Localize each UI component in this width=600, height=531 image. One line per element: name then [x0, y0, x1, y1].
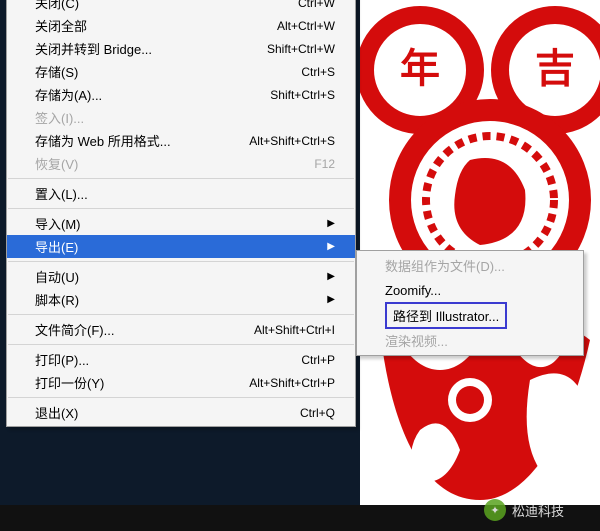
menu-item-shortcut: Ctrl+S — [301, 65, 335, 79]
menu-item-label: 导入(M) — [35, 214, 81, 233]
menu-item[interactable]: 脚本(R) ▶ — [7, 288, 355, 311]
menu-item-label: 置入(L)... — [35, 184, 88, 203]
submenu-item-label: Zoomify... — [385, 283, 441, 298]
menu-item[interactable]: 关闭全部 Alt+Ctrl+W — [7, 14, 355, 37]
menu-item[interactable]: 存储为(A)... Shift+Ctrl+S — [7, 83, 355, 106]
menu-item-label: 存储为 Web 所用格式... — [35, 131, 171, 150]
menu-item-shortcut: Ctrl+W — [298, 0, 335, 10]
watermark-text: 松迪科技 — [512, 501, 564, 520]
menu-item[interactable]: 打印(P)... Ctrl+P — [7, 348, 355, 371]
file-context-menu: 关闭(C) Ctrl+W 关闭全部 Alt+Ctrl+W 关闭并转到 Bridge...… — [6, 0, 356, 427]
menu-item-shortcut: Alt+Ctrl+W — [277, 19, 335, 33]
menu-item-label: 打印(P)... — [35, 350, 89, 369]
menu-item[interactable]: 打印一份(Y) Alt+Shift+Ctrl+P — [7, 371, 355, 394]
menu-item-shortcut: Shift+Ctrl+W — [267, 42, 335, 56]
submenu-item-label: 数据组作为文件(D)... — [385, 256, 505, 275]
menu-item[interactable]: 关闭并转到 Bridge... Shift+Ctrl+W — [7, 37, 355, 60]
menu-item[interactable]: 导出(E) ▶ — [7, 235, 355, 258]
submenu-arrow-icon: ▶ — [321, 271, 335, 282]
submenu-item[interactable]: 路径到 Illustrator... — [357, 303, 583, 328]
menu-item-shortcut: Ctrl+P — [301, 353, 335, 367]
export-submenu: 数据组作为文件(D)... Zoomify... 路径到 Illustrator..… — [356, 250, 584, 356]
submenu-item: 数据组作为文件(D)... — [357, 253, 583, 278]
menu-item-label: 打印一份(Y) — [35, 373, 104, 392]
menu-item-label: 关闭(C) — [35, 0, 79, 12]
menu-item-label: 存储为(A)... — [35, 85, 102, 104]
menu-separator — [8, 178, 354, 179]
menu-item-label: 关闭并转到 Bridge... — [35, 39, 152, 58]
watermark: ✦ 松迪科技 — [484, 499, 564, 521]
art-char-left: 年 — [400, 47, 440, 91]
menu-item-label: 脚本(R) — [35, 290, 79, 309]
submenu-arrow-icon: ▶ — [321, 294, 335, 305]
submenu-arrow-icon: ▶ — [321, 241, 335, 252]
menu-item-label: 导出(E) — [35, 237, 78, 256]
menu-item-shortcut: F12 — [314, 157, 335, 171]
submenu-arrow-icon: ▶ — [321, 218, 335, 229]
submenu-item: 渲染视频... — [357, 328, 583, 353]
menu-item: 恢复(V) F12 — [7, 152, 355, 175]
menu-item-shortcut: Alt+Shift+Ctrl+P — [249, 376, 335, 390]
menu-separator — [8, 397, 354, 398]
menu-item: 签入(I)... — [7, 106, 355, 129]
menu-separator — [8, 261, 354, 262]
menu-item[interactable]: 关闭(C) Ctrl+W — [7, 0, 355, 14]
submenu-item-label: 路径到 Illustrator... — [385, 302, 507, 329]
menu-item[interactable]: 置入(L)... — [7, 182, 355, 205]
menu-item-shortcut: Alt+Shift+Ctrl+S — [249, 134, 335, 148]
menu-item-label: 恢复(V) — [35, 154, 78, 173]
menu-item[interactable]: 存储为 Web 所用格式... Alt+Shift+Ctrl+S — [7, 129, 355, 152]
menu-separator — [8, 344, 354, 345]
menu-item[interactable]: 存储(S) Ctrl+S — [7, 60, 355, 83]
menu-item[interactable]: 退出(X) Ctrl+Q — [7, 401, 355, 424]
submenu-item[interactable]: Zoomify... — [357, 278, 583, 303]
submenu-item-label: 渲染视频... — [385, 331, 448, 350]
menu-item-label: 存储(S) — [35, 62, 78, 81]
menu-item[interactable]: 文件简介(F)... Alt+Shift+Ctrl+I — [7, 318, 355, 341]
menu-separator — [8, 208, 354, 209]
wechat-icon: ✦ — [484, 499, 506, 521]
menu-item-label: 文件简介(F)... — [35, 320, 114, 339]
menu-item-label: 签入(I)... — [35, 108, 84, 127]
menu-item-shortcut: Shift+Ctrl+S — [270, 88, 335, 102]
menu-item[interactable]: 导入(M) ▶ — [7, 212, 355, 235]
menu-item[interactable]: 自动(U) ▶ — [7, 265, 355, 288]
menu-item-shortcut: Ctrl+Q — [300, 406, 335, 420]
menu-item-label: 关闭全部 — [35, 16, 87, 35]
menu-item-shortcut: Alt+Shift+Ctrl+I — [254, 323, 335, 337]
art-char-right: 吉 — [535, 47, 575, 91]
menu-separator — [8, 314, 354, 315]
menu-item-label: 退出(X) — [35, 403, 78, 422]
menu-item-label: 自动(U) — [35, 267, 79, 286]
